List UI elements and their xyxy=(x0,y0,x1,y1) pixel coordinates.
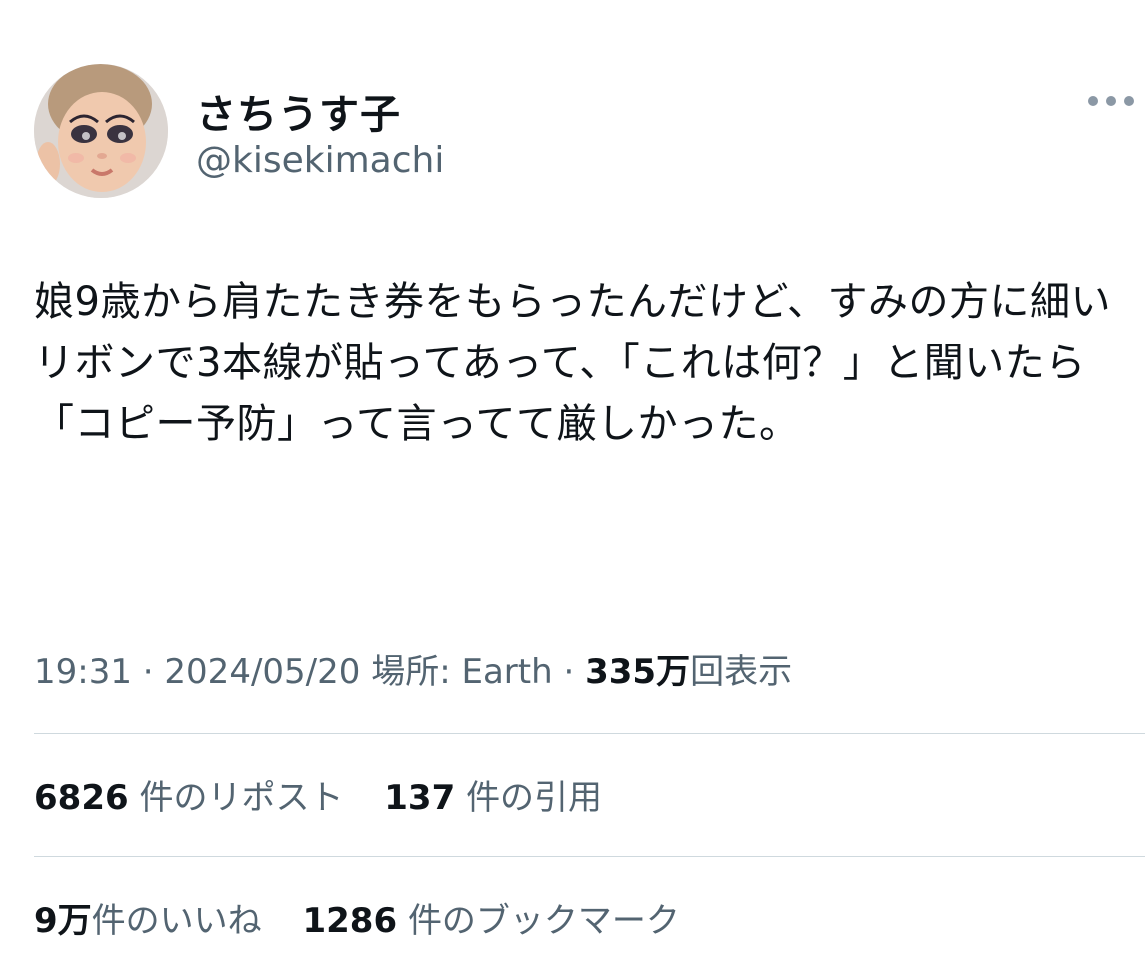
stats-row-likes: 9万件のいいね 1286 件のブックマーク xyxy=(34,893,1114,942)
views-label: 回表示 xyxy=(690,652,793,692)
doll-avatar-image xyxy=(34,64,168,198)
quotes-stat[interactable]: 137 件の引用 xyxy=(384,770,602,819)
reposts-label: 件のリポスト xyxy=(139,778,344,818)
divider xyxy=(34,733,1145,734)
tweet-time[interactable]: 19:31 xyxy=(34,652,132,692)
likes-count: 9万 xyxy=(34,901,92,941)
bookmarks-stat[interactable]: 1286 件のブックマーク xyxy=(302,893,679,942)
reposts-count: 6826 xyxy=(34,778,129,818)
meta-separator: · xyxy=(552,652,586,692)
stats-row-reposts: 6826 件のリポスト 137 件の引用 xyxy=(34,770,1114,819)
tweet-date[interactable]: 2024/05/20 xyxy=(164,652,360,692)
divider xyxy=(34,856,1145,857)
quotes-label: 件の引用 xyxy=(466,778,603,818)
tweet-meta: 19:31 · 2024/05/20 場所: Earth · 335万回表示 xyxy=(34,644,1114,693)
quotes-count: 137 xyxy=(384,778,456,818)
tweet-text: 娘9歳から肩たたき券をもらったんだけど、すみの方に細いリボンで3本線が貼ってあっ… xyxy=(34,279,1111,447)
avatar[interactable] xyxy=(34,64,168,198)
display-name[interactable]: さちうす子 xyxy=(196,82,401,140)
tweet-location: 場所: Earth xyxy=(371,652,553,692)
meta-separator: · xyxy=(131,652,165,692)
bookmarks-label: 件のブックマーク xyxy=(407,901,680,941)
likes-stat[interactable]: 9万件のいいね xyxy=(34,893,262,942)
more-horizontal-icon[interactable] xyxy=(1086,82,1136,122)
tweet-header: さちうす子 @kisekimachi xyxy=(34,64,1145,198)
user-handle[interactable]: @kisekimachi xyxy=(196,140,444,181)
bookmarks-count: 1286 xyxy=(302,901,398,941)
views-count: 335万 xyxy=(585,652,691,692)
likes-label: 件のいいね xyxy=(91,901,262,941)
reposts-stat[interactable]: 6826 件のリポスト xyxy=(34,770,343,819)
